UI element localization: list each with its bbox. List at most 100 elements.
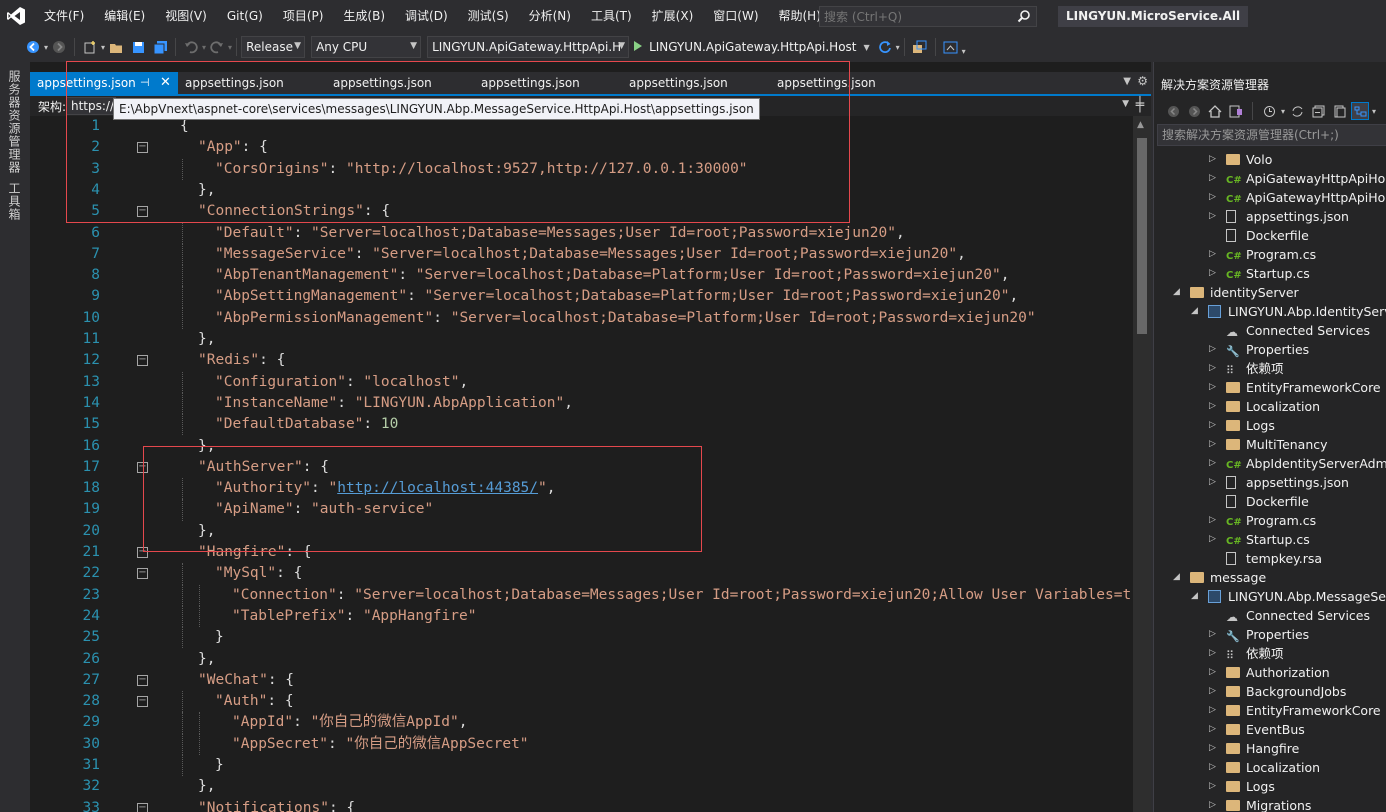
search-input[interactable] — [820, 9, 1010, 24]
server-explorer-tab[interactable]: 服务器资源管理器 — [7, 70, 23, 174]
expand-arrow-icon[interactable]: ▷ — [1209, 416, 1219, 435]
expand-arrow-icon[interactable]: ▷ — [1209, 701, 1219, 720]
navigate-forward-icon[interactable] — [48, 36, 70, 58]
collapse-arrow-icon[interactable]: ◢ — [1191, 587, 1201, 606]
new-project-icon[interactable] — [79, 36, 101, 58]
home-icon[interactable] — [940, 36, 962, 58]
toolbar-overflow-icon[interactable]: ▾ — [962, 47, 966, 56]
expand-arrow-icon[interactable]: ▷ — [1209, 245, 1219, 264]
tree-item[interactable]: ▷ EntityFrameworkCore — [1154, 378, 1386, 397]
scrollbar-thumb[interactable] — [1137, 138, 1147, 334]
expand-arrow-icon[interactable]: ▷ — [1209, 777, 1219, 796]
switch-views-icon[interactable] — [1227, 102, 1245, 120]
expand-arrow-icon[interactable]: ▷ — [1209, 796, 1219, 812]
collapse-toggle-icon[interactable]: − — [137, 696, 148, 708]
visual-studio-logo-icon[interactable] — [0, 0, 32, 32]
menu-item[interactable]: 文件(F) — [34, 0, 94, 32]
tab-appsettings[interactable]: appsettings.json — [178, 72, 326, 94]
tree-item[interactable]: ◢ message — [1154, 568, 1386, 587]
tab-appsettings[interactable]: appsettings.json — [474, 72, 622, 94]
expand-arrow-icon[interactable]: ▷ — [1209, 264, 1219, 283]
code-line[interactable]: 8 "AbpTenantManagement": "Server=localhos… — [30, 265, 1133, 287]
code-line[interactable]: 31} — [30, 755, 1133, 777]
tree-item[interactable]: ▷ Authorization — [1154, 663, 1386, 682]
expand-arrow-icon[interactable]: ▷ — [1209, 663, 1219, 682]
code-line[interactable]: 13 "Configuration": "localhost", — [30, 371, 1133, 393]
preview-selected-items-icon[interactable] — [1351, 102, 1370, 120]
pin-icon[interactable]: ⊣ — [140, 72, 150, 94]
refresh-dropdown-arrow-icon[interactable]: ▾ — [896, 43, 900, 52]
expand-arrow-icon[interactable]: ▷ — [1209, 169, 1219, 188]
expand-arrow-icon[interactable]: ▷ — [1209, 188, 1219, 207]
tree-item[interactable]: ◢ LINGYUN.Abp.MessageService.HttpApi.Host — [1154, 587, 1386, 606]
tree-item[interactable]: tempkey.rsa — [1154, 549, 1386, 568]
expand-arrow-icon[interactable]: ▷ — [1209, 359, 1219, 378]
tree-item[interactable]: ▷ EntityFrameworkCore — [1154, 701, 1386, 720]
code-line[interactable]: 6 "Default": "Server=localhost;Database=M… — [30, 222, 1133, 244]
tree-item[interactable]: ◢ identityServer — [1154, 283, 1386, 302]
start-debugging-button[interactable]: LINGYUN.ApiGateway.HttpApi.Host ▼ — [629, 36, 874, 58]
tree-item[interactable]: ▷ Localization — [1154, 758, 1386, 777]
tree-item[interactable]: ▷ ⠿ 依赖项 — [1154, 644, 1386, 663]
tree-item[interactable]: ▷ ⠿ 依赖项 — [1154, 359, 1386, 378]
expand-arrow-icon[interactable]: ▷ — [1209, 758, 1219, 777]
code-line[interactable]: 17 − "AuthServer": { — [30, 457, 1133, 478]
expand-arrow-icon[interactable]: ▷ — [1209, 150, 1219, 169]
collapse-toggle-icon[interactable]: − — [137, 674, 148, 686]
expand-arrow-icon[interactable]: ▷ — [1209, 378, 1219, 397]
menu-item[interactable]: 生成(B) — [333, 0, 395, 32]
collapse-arrow-icon[interactable]: ◢ — [1191, 302, 1201, 321]
code-line[interactable]: 14 "InstanceName": "LINGYUN.AbpApplicatio… — [30, 392, 1133, 415]
startup-project-dropdown[interactable]: LINGYUN.ApiGateway.HttpApi.H ▼ — [427, 36, 630, 58]
tree-item[interactable]: ▷ EventBus — [1154, 720, 1386, 739]
code-line[interactable]: 29 "AppId": "你自己的微信AppId", — [30, 712, 1133, 734]
tree-item[interactable]: ▷ C# AbpIdentityServerAdminHttpApiHostModu… — [1154, 454, 1386, 473]
code-line[interactable]: 2 − "App": { — [30, 137, 1133, 158]
show-all-files-icon[interactable] — [1330, 102, 1348, 120]
scroll-up-icon[interactable]: ▲ — [1137, 120, 1144, 130]
tree-item[interactable]: ▷ Logs — [1154, 416, 1386, 435]
tree-item[interactable]: Dockerfile — [1154, 492, 1386, 511]
tree-item[interactable]: ▷ appsettings.json — [1154, 473, 1386, 492]
code-line[interactable]: 22 − "MySql": { — [30, 563, 1133, 585]
collapse-all-icon[interactable] — [1309, 102, 1327, 120]
menu-item[interactable]: 项目(P) — [273, 0, 334, 32]
tree-item[interactable]: ☁ Connected Services — [1154, 606, 1386, 625]
code-line[interactable]: 12 − "Redis": { — [30, 350, 1133, 371]
menu-item[interactable]: 分析(N) — [519, 0, 581, 32]
browser-link-icon[interactable] — [909, 36, 931, 58]
expand-arrow-icon[interactable]: ▷ — [1209, 340, 1219, 359]
code-line[interactable]: 28 − "Auth": { — [30, 691, 1133, 713]
search-icon[interactable] — [1017, 9, 1031, 26]
tab-appsettings[interactable]: appsettings.json — [770, 72, 918, 94]
code-line[interactable]: 24 "TablePrefix": "AppHangfire" — [30, 605, 1133, 628]
code-line[interactable]: 4}, — [30, 180, 1133, 201]
tree-item[interactable]: ▷ C# Program.cs — [1154, 245, 1386, 264]
expand-arrow-icon[interactable]: ▷ — [1209, 207, 1219, 226]
navigate-back-icon[interactable] — [22, 36, 44, 58]
split-editor-icon[interactable]: ╪ — [1132, 98, 1148, 114]
expand-arrow-icon[interactable]: ▷ — [1209, 511, 1219, 530]
menu-item[interactable]: 扩展(X) — [642, 0, 704, 32]
tree-item[interactable]: ▷ C# Startup.cs — [1154, 264, 1386, 283]
collapse-toggle-icon[interactable]: − — [137, 568, 148, 580]
tree-item[interactable]: ▷ C# Startup.cs — [1154, 530, 1386, 549]
undo-icon[interactable] — [180, 36, 202, 58]
se-toolbar-dropdown-icon[interactable]: ▾ — [1372, 107, 1376, 116]
code-line[interactable]: 21 − "Hangfire": { — [30, 542, 1133, 563]
tab-appsettings[interactable]: appsettings.json — [326, 72, 474, 94]
code-line[interactable]: 10 "AbpPermissionManagement": "Server=loc… — [30, 307, 1133, 329]
tree-item[interactable]: ▷ BackgroundJobs — [1154, 682, 1386, 701]
menu-item[interactable]: 工具(T) — [581, 0, 642, 32]
code-line[interactable]: 18 "Authority": "http://localhost:44385/"… — [30, 478, 1133, 500]
tree-item[interactable]: ▷ Hangfire — [1154, 739, 1386, 758]
expand-arrow-icon[interactable]: ▷ — [1209, 397, 1219, 416]
menu-item[interactable]: 测试(S) — [458, 0, 519, 32]
menu-item[interactable]: 调试(D) — [395, 0, 458, 32]
code-line[interactable]: 11}, — [30, 329, 1133, 350]
collapse-toggle-icon[interactable]: − — [137, 206, 148, 218]
tree-item[interactable]: ▷ C# Program.cs — [1154, 511, 1386, 530]
code-line[interactable]: 30 "AppSecret": "你自己的微信AppSecret" — [30, 733, 1133, 755]
code-line[interactable]: 19 "ApiName": "auth-service" — [30, 499, 1133, 521]
chevron-down-icon[interactable]: ▼ — [864, 43, 870, 52]
